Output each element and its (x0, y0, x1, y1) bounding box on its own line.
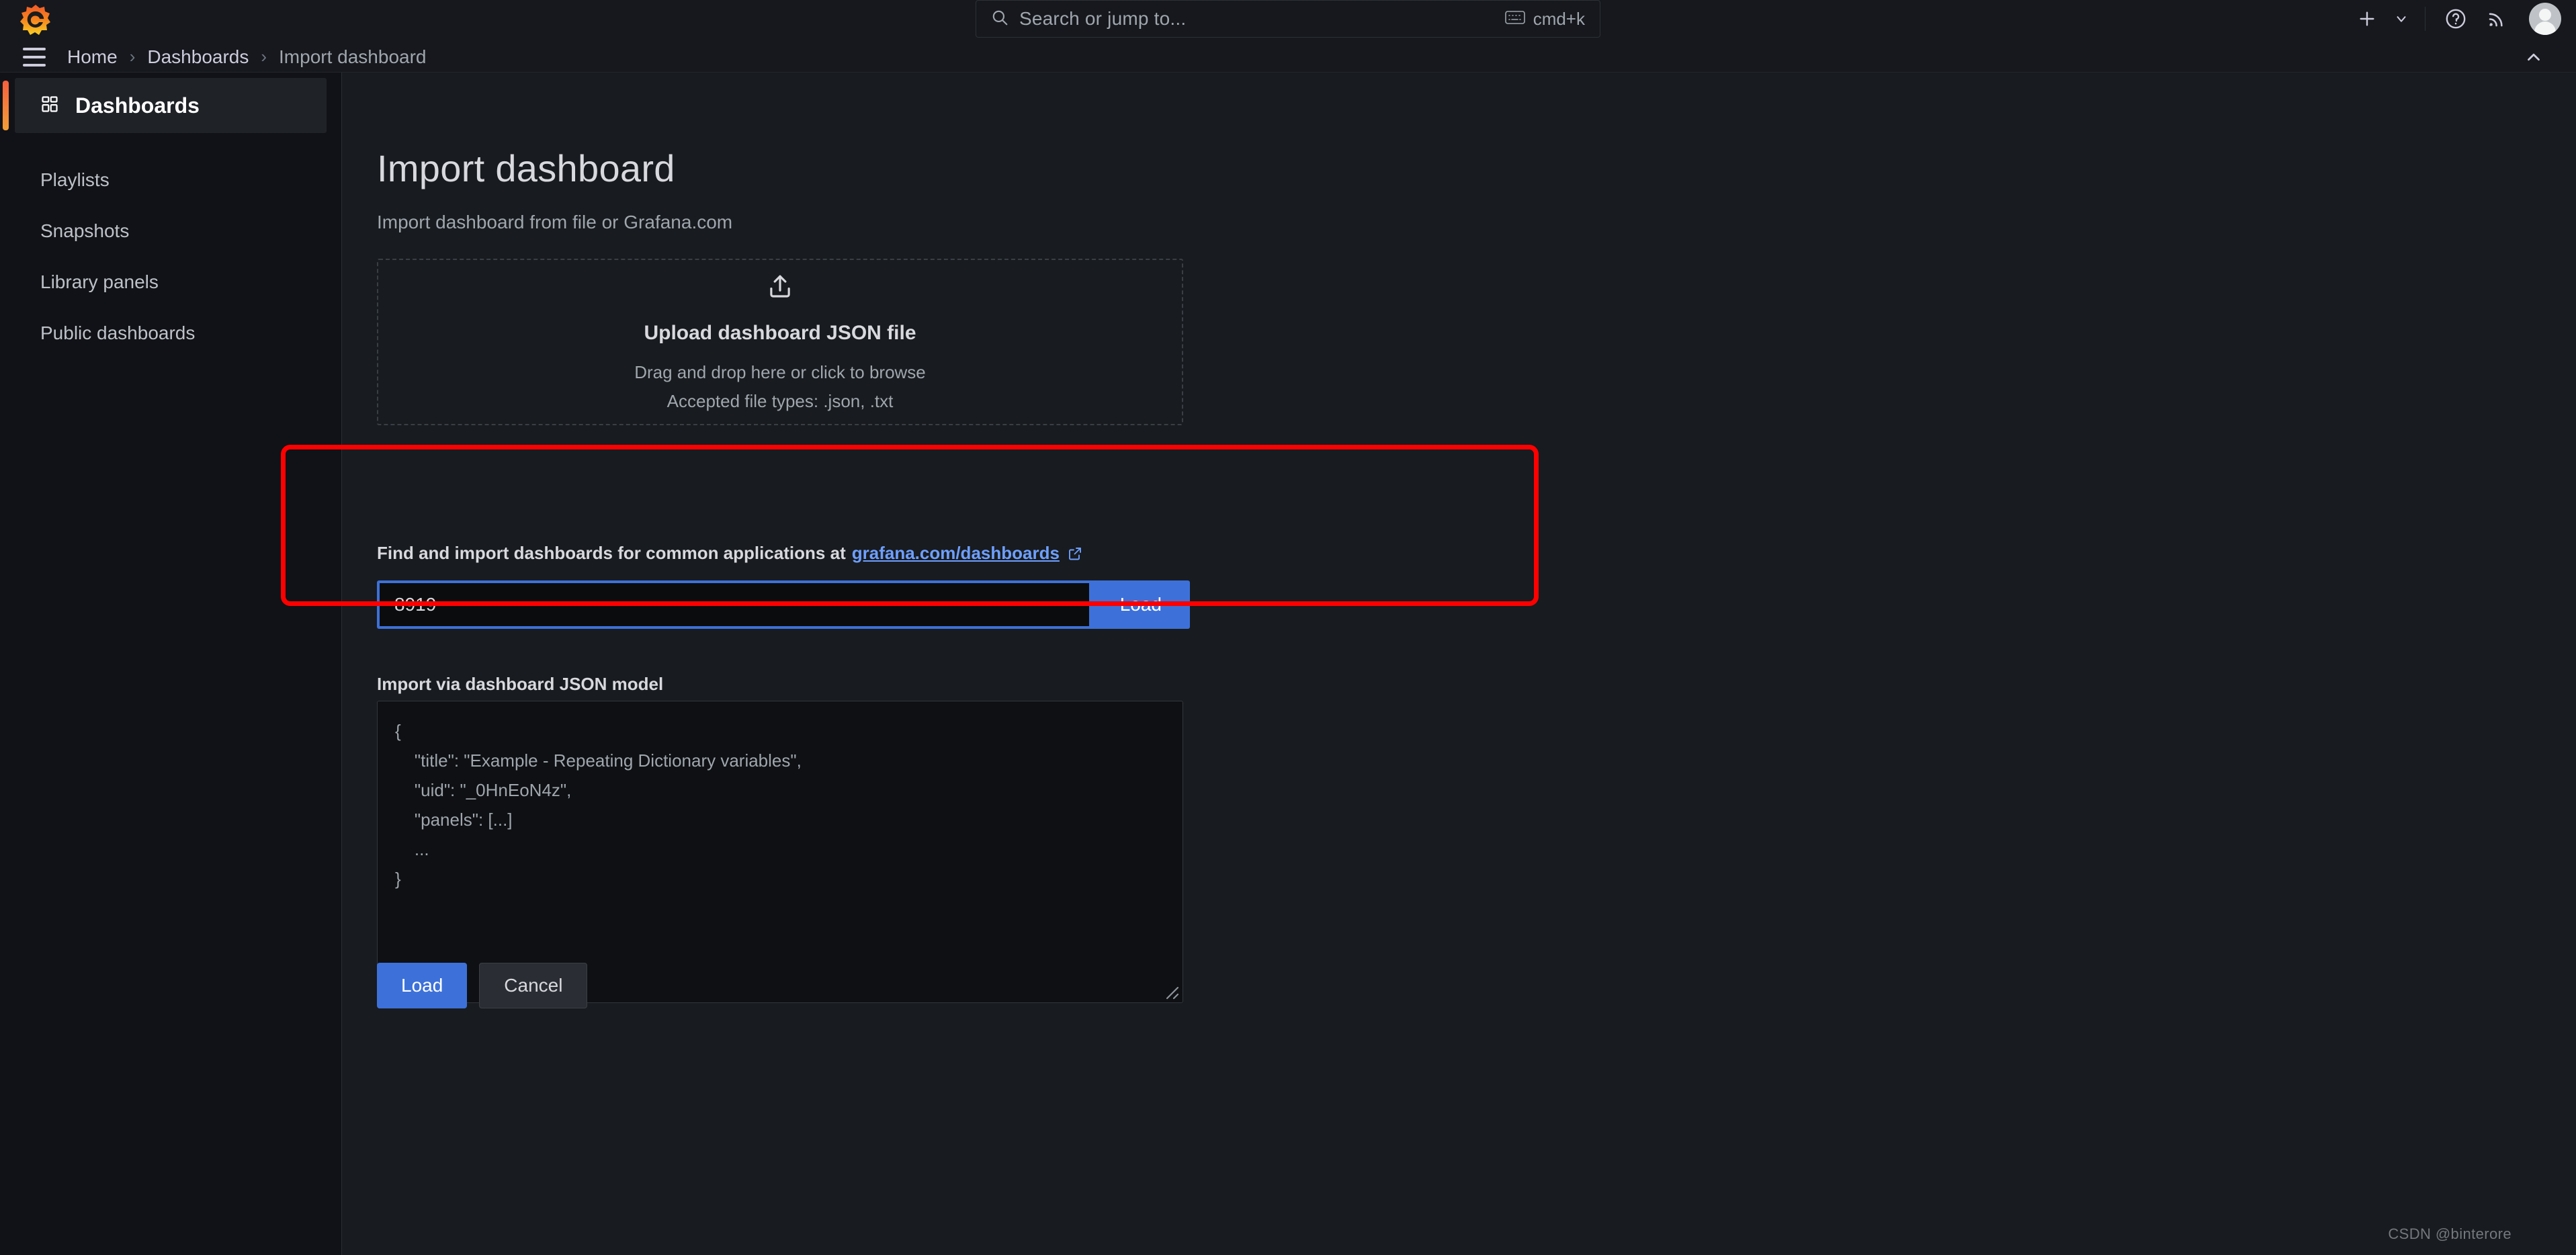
grafana-com-load-button[interactable]: Load (1092, 580, 1190, 629)
form-action-buttons: Load Cancel (377, 963, 587, 1008)
sidebar-item-public-dashboards[interactable]: Public dashboards (0, 308, 341, 359)
top-navigation-bar: Search or jump to... cmd+k (0, 0, 2576, 42)
user-avatar[interactable] (2517, 0, 2561, 38)
avatar (2529, 3, 2561, 35)
load-button[interactable]: Load (377, 963, 467, 1008)
grafana-com-label: Find and import dashboards for common ap… (377, 543, 1190, 564)
sidebar-item-label: Public dashboards (40, 322, 195, 344)
global-search-box[interactable]: Search or jump to... cmd+k (976, 0, 1600, 38)
chevron-down-icon[interactable] (2387, 0, 2415, 38)
help-circle-icon[interactable] (2435, 0, 2477, 38)
grafana-com-label-text: Find and import dashboards for common ap… (377, 543, 846, 564)
rss-news-icon[interactable] (2477, 0, 2517, 38)
dashboard-id-input[interactable] (377, 580, 1092, 629)
topbar-actions (2347, 0, 2561, 38)
upload-dropzone[interactable]: Upload dashboard JSON file Drag and drop… (377, 259, 1183, 425)
main-content-panel: Import dashboard Import dashboard from f… (341, 73, 2576, 1255)
breadcrumb-item-dashboards[interactable]: Dashboards (147, 46, 249, 68)
breadcrumb-item-import-dashboard: Import dashboard (279, 46, 426, 68)
grafana-com-link[interactable]: grafana.com/dashboards (852, 543, 1060, 564)
sidebar-item-library-panels[interactable]: Library panels (0, 257, 341, 308)
cancel-button[interactable]: Cancel (479, 963, 587, 1008)
search-icon (991, 9, 1008, 30)
sidebar-item-label: Snapshots (40, 220, 129, 242)
grafana-com-input-row: Load (377, 580, 1190, 629)
external-link-icon[interactable] (1067, 546, 1083, 562)
breadcrumb-bar: Home › Dashboards › Import dashboard (0, 42, 2576, 73)
page-subtitle: Import dashboard from file or Grafana.co… (377, 212, 732, 233)
sidebar-item-playlists[interactable]: Playlists (0, 155, 341, 206)
sidebar-item-label: Dashboards (75, 93, 200, 118)
breadcrumb-separator: › (261, 46, 267, 67)
sidebar-item-snapshots[interactable]: Snapshots (0, 206, 341, 257)
json-model-label: Import via dashboard JSON model (377, 674, 663, 695)
dropzone-accepted-types: Accepted file types: .json, .txt (667, 391, 894, 412)
breadcrumb: Home › Dashboards › Import dashboard (67, 46, 427, 68)
chevron-up-icon[interactable] (2518, 46, 2549, 69)
dashboards-grid-icon (40, 95, 59, 117)
json-model-textarea[interactable] (377, 701, 1183, 1003)
breadcrumb-separator: › (130, 46, 136, 67)
search-placeholder: Search or jump to... (1019, 8, 1186, 30)
grafana-logo-icon[interactable] (15, 3, 56, 39)
page-title: Import dashboard (377, 146, 675, 190)
watermark-text: CSDN @binterore (2388, 1225, 2511, 1243)
upload-icon (766, 273, 794, 304)
sidebar-navigation: Dashboards Playlists Snapshots Library p… (0, 73, 341, 1255)
sidebar-item-dashboards[interactable]: Dashboards (15, 78, 327, 133)
add-new-button[interactable] (2347, 0, 2387, 38)
dropzone-title: Upload dashboard JSON file (644, 322, 916, 345)
grafana-com-import-section: Find and import dashboards for common ap… (377, 543, 1190, 629)
search-shortcut-label: cmd+k (1533, 9, 1585, 30)
sidebar-item-label: Library panels (40, 271, 159, 293)
sidebar-item-label: Playlists (40, 169, 110, 191)
sidebar-sub-items: Playlists Snapshots Library panels Publi… (0, 155, 341, 359)
keyboard-icon (1505, 9, 1525, 30)
search-shortcut-hint: cmd+k (1505, 9, 1585, 30)
hamburger-menu-icon[interactable] (19, 42, 50, 73)
dropzone-hint: Drag and drop here or click to browse (634, 362, 926, 383)
breadcrumb-item-home[interactable]: Home (67, 46, 118, 68)
